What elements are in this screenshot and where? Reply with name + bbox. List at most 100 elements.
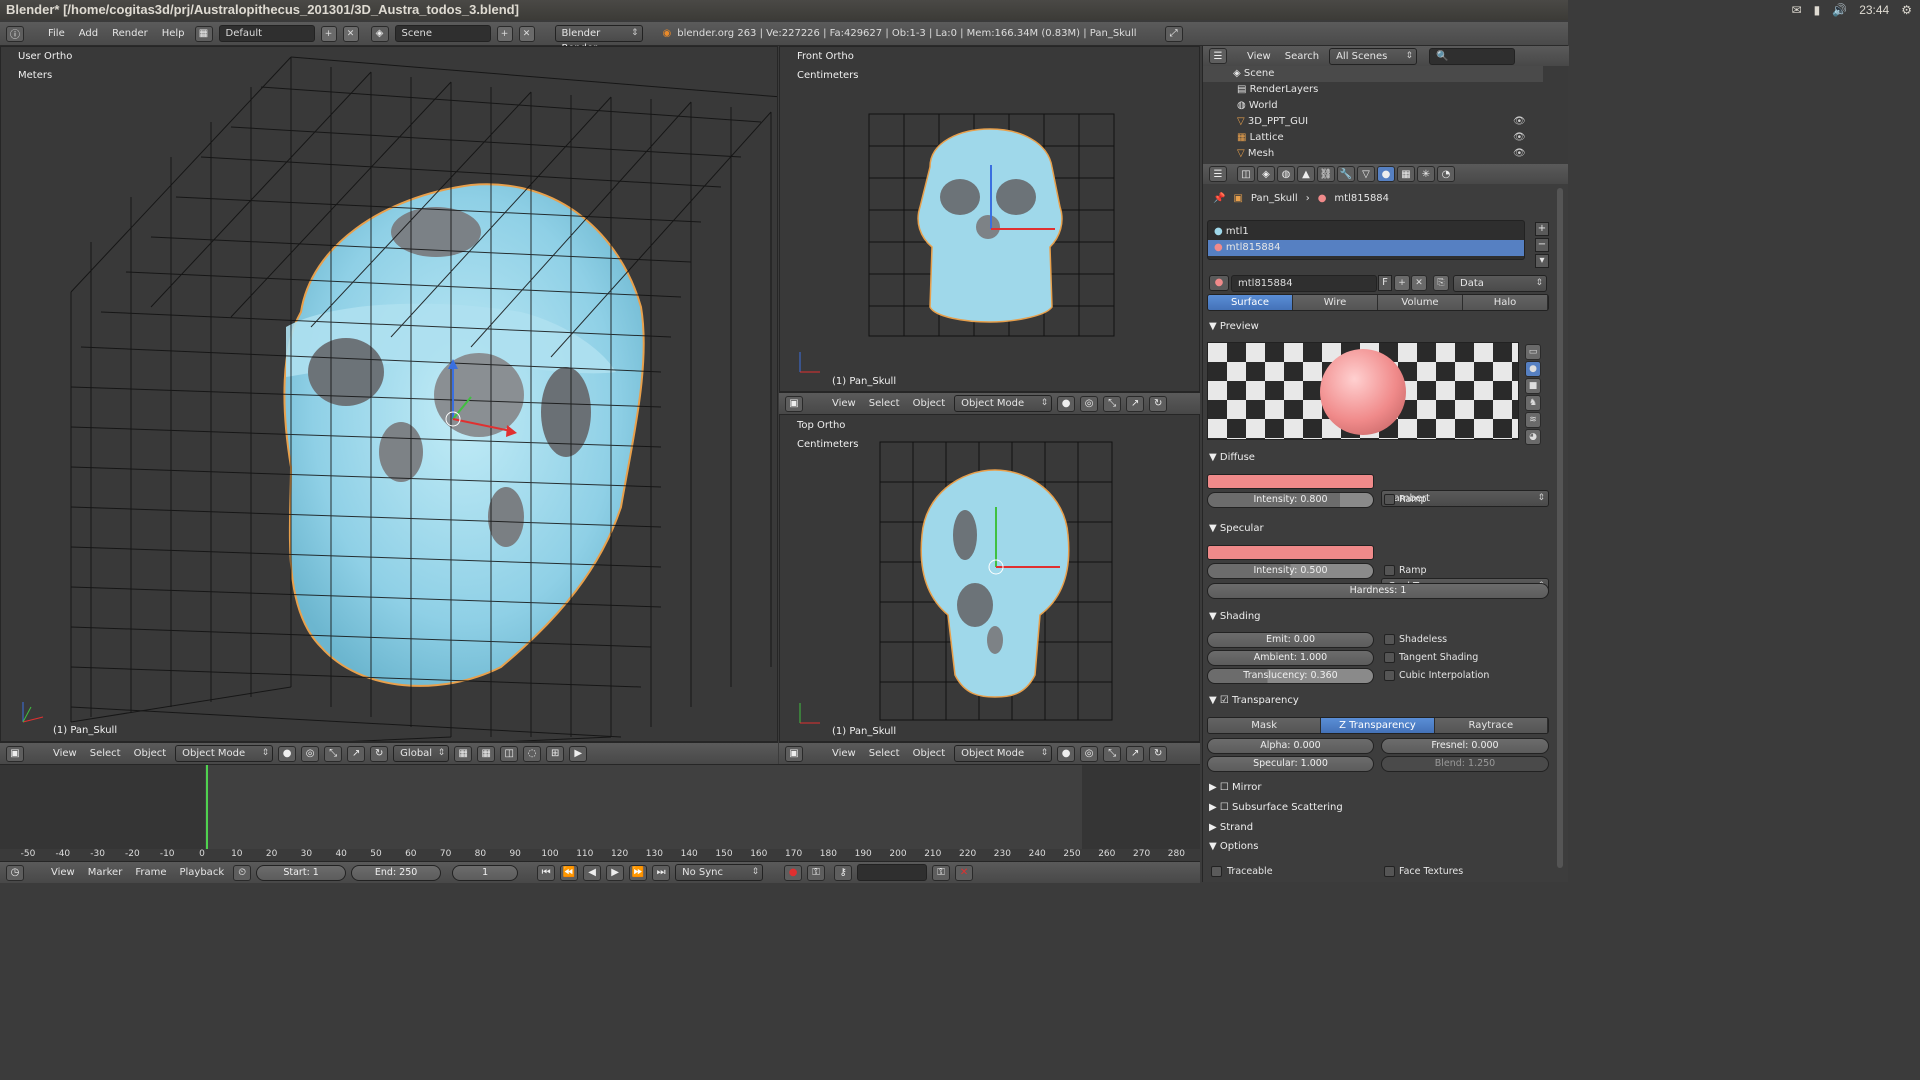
preview-range-icon[interactable]: ⏲	[233, 864, 252, 881]
outliner-item-world[interactable]: ◍ World	[1203, 98, 1543, 114]
pin-icon[interactable]: 📌	[1213, 193, 1225, 204]
outliner-editor-type-icon[interactable]: ☰	[1209, 48, 1227, 64]
mode-select[interactable]: Object Mode	[175, 745, 274, 762]
world-tab-icon[interactable]: ◍	[1277, 166, 1295, 182]
remove-layout-button[interactable]: ✕	[342, 25, 359, 42]
slot-add-button[interactable]: +	[1535, 222, 1549, 236]
top-menu-object[interactable]: Object	[909, 748, 950, 759]
keying-set-field[interactable]	[857, 864, 928, 881]
emit-field[interactable]: Emit: 0.00	[1207, 632, 1374, 648]
jump-keyframe-back-icon[interactable]: ⏪	[560, 864, 579, 881]
unlink-material-button[interactable]: ✕	[1411, 275, 1427, 291]
sss-panel-header[interactable]: ▶ ☐ Subsurface Scattering	[1209, 802, 1343, 813]
outliner-item-scene[interactable]: ◈ Scene	[1203, 66, 1543, 82]
start-frame-field[interactable]: Start: 1	[256, 864, 347, 881]
viewport-top[interactable]: Top Ortho Centimeters (1) Pan_Skull	[779, 414, 1200, 742]
outliner-item-mesh[interactable]: ▽ Mesh	[1203, 146, 1543, 162]
front-pivot-icon[interactable]: ◎	[1080, 395, 1099, 412]
visibility-eye-icon[interactable]: 👁	[1513, 148, 1526, 159]
end-frame-field[interactable]: End: 250	[351, 864, 442, 881]
mirror-checkbox[interactable]: ☐	[1220, 782, 1229, 793]
current-frame-marker[interactable]	[206, 765, 208, 849]
sync-mode-select[interactable]: No Sync	[675, 864, 764, 881]
top-mode-select[interactable]: Object Mode	[954, 745, 1053, 762]
translucency-slider[interactable]: Translucency: 0.360	[1207, 668, 1374, 684]
settings-gear-icon[interactable]: ⚙	[1901, 3, 1912, 17]
material-slot-active[interactable]: ● mtl815884	[1208, 240, 1524, 256]
blend-field[interactable]: Blend: 1.250	[1381, 756, 1549, 772]
tangent-shading-checkbox[interactable]	[1384, 652, 1395, 663]
texture-tab-icon[interactable]: ▦	[1397, 166, 1415, 182]
top-pivot-icon[interactable]: ◎	[1080, 745, 1099, 762]
proportional-edit-icon[interactable]: ◌	[523, 745, 542, 762]
menu-help[interactable]: Help	[158, 28, 189, 39]
front-shading-icon[interactable]: ●	[1057, 395, 1076, 412]
screen-layout-field[interactable]: Default	[218, 25, 315, 42]
viewport-main[interactable]: User Ortho Meters (1) Pan_Skull	[0, 46, 778, 742]
menu-render[interactable]: Render	[108, 28, 152, 39]
timeline-menu-view[interactable]: View	[47, 867, 79, 878]
keying-set-icon[interactable]: ⚷	[834, 864, 853, 881]
material-name-field[interactable]: mtl815884	[1231, 275, 1377, 292]
fake-user-button[interactable]: F	[1378, 275, 1392, 291]
transparency-specular-slider[interactable]: Specular: 1.000	[1207, 756, 1374, 772]
add-layout-button[interactable]: +	[320, 25, 337, 42]
delete-key-icon[interactable]: ✕	[955, 864, 974, 881]
preview-monkey-icon[interactable]: ♞	[1525, 395, 1541, 411]
viewport-shading-icon[interactable]: ●	[278, 745, 297, 762]
material-slot[interactable]: ● mtl1	[1208, 224, 1524, 240]
outliner-item-renderlayers[interactable]: ▤ RenderLayers	[1203, 82, 1543, 98]
network-icon[interactable]: ▮	[1814, 3, 1821, 17]
preview-hair-icon[interactable]: ≋	[1525, 412, 1541, 428]
play-reverse-icon[interactable]: ◀	[583, 864, 602, 881]
front-menu-select[interactable]: Select	[865, 398, 904, 409]
keying-icon[interactable]: ⚿	[807, 864, 826, 881]
front-translate-icon[interactable]: ↗	[1126, 395, 1145, 412]
top-manipulator-icon[interactable]: ⤡	[1103, 745, 1122, 762]
front-menu-object[interactable]: Object	[909, 398, 950, 409]
clock[interactable]: 23:44	[1859, 3, 1889, 17]
lock-camera-icon[interactable]: ◫	[500, 745, 519, 762]
front-mode-select[interactable]: Object Mode	[954, 395, 1053, 412]
current-frame-field[interactable]: 1	[452, 864, 519, 881]
tab-raytrace[interactable]: Raytrace	[1434, 718, 1548, 733]
manipulator-icon[interactable]: ⤡	[324, 745, 343, 762]
top-editor-type-icon[interactable]: ▣	[785, 745, 803, 762]
transparency-checkbox[interactable]: ☑	[1220, 695, 1229, 706]
shading-panel-header[interactable]: ▼ Shading	[1209, 611, 1261, 622]
render-tab-icon[interactable]: ◫	[1237, 166, 1255, 182]
editor-type-icon[interactable]: ▣	[6, 745, 24, 762]
preview-cube-icon[interactable]: ■	[1525, 378, 1541, 394]
diffuse-panel-header[interactable]: ▼ Diffuse	[1209, 452, 1255, 463]
top-rotate-icon[interactable]: ↻	[1149, 745, 1168, 762]
render-engine-select[interactable]: Blender Render	[554, 25, 643, 54]
fullscreen-icon[interactable]: ⤢	[1164, 25, 1183, 42]
viewport-front[interactable]: Front Ortho Centimeters (1) Pan_Skull	[779, 46, 1200, 392]
data-tab-icon[interactable]: ▽	[1357, 166, 1375, 182]
timeline-editor-type-icon[interactable]: ◷	[6, 864, 24, 881]
sss-checkbox[interactable]: ☐	[1220, 802, 1229, 813]
menu-add[interactable]: Add	[75, 28, 102, 39]
volume-icon[interactable]: 🔊	[1832, 3, 1847, 17]
preview-flat-icon[interactable]: ▭	[1525, 344, 1541, 360]
specular-intensity-slider[interactable]: Intensity: 0.500	[1207, 563, 1374, 579]
front-editor-type-icon[interactable]: ▣	[785, 395, 803, 412]
specular-ramp-checkbox[interactable]	[1384, 565, 1395, 576]
jump-keyframe-forward-icon[interactable]: ⏩	[629, 864, 648, 881]
material-browse-icon[interactable]: ●	[1209, 275, 1229, 291]
preview-sky-icon[interactable]: ◕	[1525, 429, 1541, 445]
transform-orientation-select[interactable]: Global	[393, 745, 450, 762]
material-tab-icon[interactable]: ●	[1377, 166, 1395, 182]
traceable-checkbox[interactable]	[1211, 866, 1222, 877]
info-editor-type-icon[interactable]: ⓘ	[6, 25, 24, 42]
tab-halo[interactable]: Halo	[1463, 295, 1548, 310]
timeline-menu-marker[interactable]: Marker	[84, 867, 127, 878]
tab-z-transparency[interactable]: Z Transparency	[1321, 718, 1435, 733]
mail-icon[interactable]: ✉	[1792, 3, 1802, 17]
object-tab-icon[interactable]: ▲	[1297, 166, 1315, 182]
translate-icon[interactable]: ↗	[347, 745, 366, 762]
constraints-tab-icon[interactable]: ⛓	[1317, 166, 1335, 182]
slot-remove-button[interactable]: −	[1535, 238, 1549, 252]
new-material-button[interactable]: +	[1394, 275, 1410, 291]
tab-wire[interactable]: Wire	[1293, 295, 1378, 310]
